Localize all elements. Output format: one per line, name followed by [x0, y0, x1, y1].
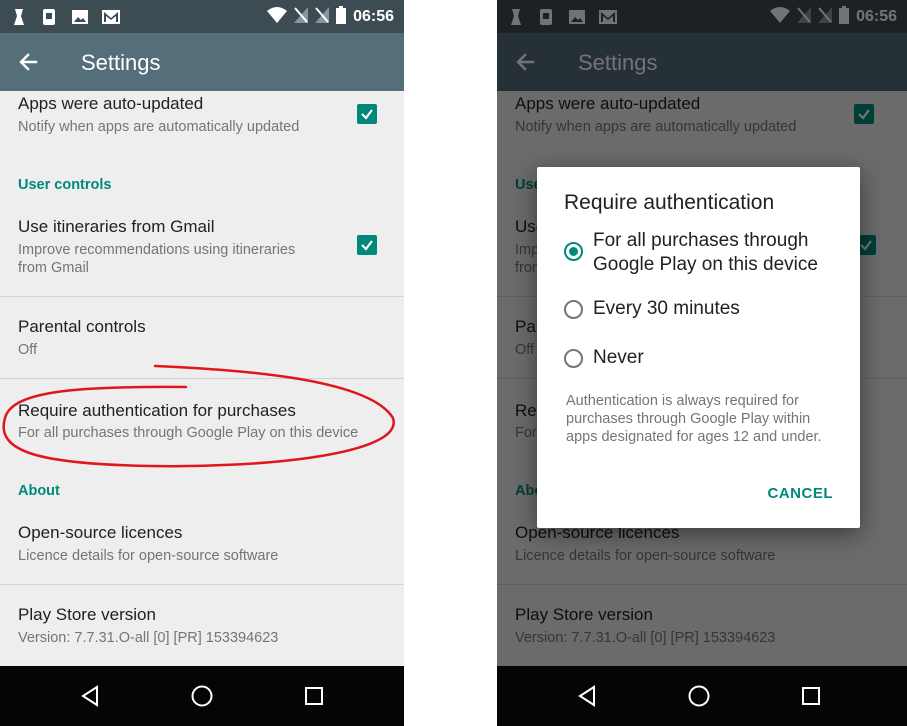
option-label-line2: Google Play on this device — [593, 254, 818, 275]
no-signal-icon — [315, 6, 330, 28]
nav-recents-button[interactable] — [300, 682, 328, 710]
auto-updated-checkbox[interactable] — [357, 104, 377, 124]
setting-title: Parental controls — [18, 317, 146, 336]
require-authentication-dialog: Require authentication For all purchases… — [537, 167, 860, 528]
setting-subtitle: Licence details for open-source software — [18, 548, 279, 564]
square-recents-icon — [305, 687, 323, 705]
nav-recents-button[interactable] — [797, 682, 825, 710]
option-label: Never — [593, 347, 644, 368]
dialog-note: Authentication is always required for pu… — [566, 393, 822, 445]
setting-title: Play Store version — [18, 605, 156, 624]
check-icon — [361, 240, 373, 251]
app-bar: Settings — [0, 33, 404, 91]
section-header-about: About — [18, 483, 60, 499]
arrow-left-icon — [19, 53, 38, 71]
navigation-bar — [497, 666, 907, 726]
setting-subtitle: Version: 7.7.31.O-all [0] [PR] 153394623 — [18, 630, 279, 646]
radio-every-30-minutes[interactable] — [564, 300, 583, 319]
circle-home-icon — [191, 685, 213, 707]
setting-subtitle-line1: Improve recommendations using itinerarie… — [18, 242, 296, 258]
nav-home-button[interactable] — [188, 682, 216, 710]
setting-auto-updated[interactable]: Apps were auto-updated Notify when apps … — [0, 91, 404, 157]
radio-never[interactable] — [564, 349, 583, 368]
setting-subtitle: Off — [18, 342, 38, 358]
option-label: Every 30 minutes — [593, 298, 740, 319]
square-recents-icon — [802, 687, 820, 705]
status-time: 06:56 — [353, 8, 394, 25]
no-signal-icon — [294, 6, 309, 28]
image-icon — [71, 9, 89, 30]
back-button[interactable] — [14, 48, 42, 76]
check-icon — [361, 109, 373, 120]
phone-screen-dialog: 06:56 Settings Apps were auto-updated No… — [497, 0, 907, 726]
option-all-purchases[interactable]: For all purchases through Google Play on… — [537, 229, 860, 281]
nav-home-button[interactable] — [685, 682, 713, 710]
setting-title: Open-source licences — [18, 523, 183, 542]
option-label-line1: For all purchases through — [593, 230, 809, 251]
section-header-user-controls: User controls — [18, 177, 112, 193]
notification-icon — [12, 8, 26, 31]
nav-back-button[interactable] — [77, 682, 105, 710]
navigation-bar — [0, 666, 404, 726]
option-never[interactable]: Never — [537, 346, 860, 376]
setting-open-source-licences[interactable]: Open-source licences Licence details for… — [0, 511, 404, 583]
setting-title: Use itineraries from Gmail — [18, 217, 215, 236]
circle-home-icon — [688, 685, 710, 707]
phone-screen-settings: 06:56 Settings Apps were auto-updated No… — [0, 0, 404, 726]
setting-title: Apps were auto-updated — [18, 94, 204, 113]
red-annotation-circle — [2, 364, 395, 468]
setting-subtitle-line2: from Gmail — [18, 260, 89, 276]
cancel-button[interactable]: CANCEL — [768, 485, 834, 502]
itineraries-checkbox[interactable] — [357, 235, 377, 255]
status-bar: 06:56 — [0, 0, 404, 33]
setting-itineraries[interactable]: Use itineraries from Gmail Improve recom… — [0, 211, 404, 295]
dialog-title: Require authentication — [564, 191, 775, 214]
triangle-back-icon — [81, 685, 98, 707]
page-title: Settings — [81, 50, 161, 75]
option-every-30-minutes[interactable]: Every 30 minutes — [537, 297, 860, 327]
setting-subtitle: Notify when apps are automatically updat… — [18, 119, 300, 135]
battery-icon — [336, 5, 347, 29]
radio-all-purchases[interactable] — [564, 242, 583, 261]
gmail-icon — [101, 9, 121, 30]
setting-play-store-version[interactable]: Play Store version Version: 7.7.31.O-all… — [0, 585, 404, 665]
nav-back-button[interactable] — [574, 682, 602, 710]
triangle-back-icon — [578, 685, 595, 707]
wifi-icon — [267, 6, 288, 28]
sim-icon — [42, 8, 56, 31]
